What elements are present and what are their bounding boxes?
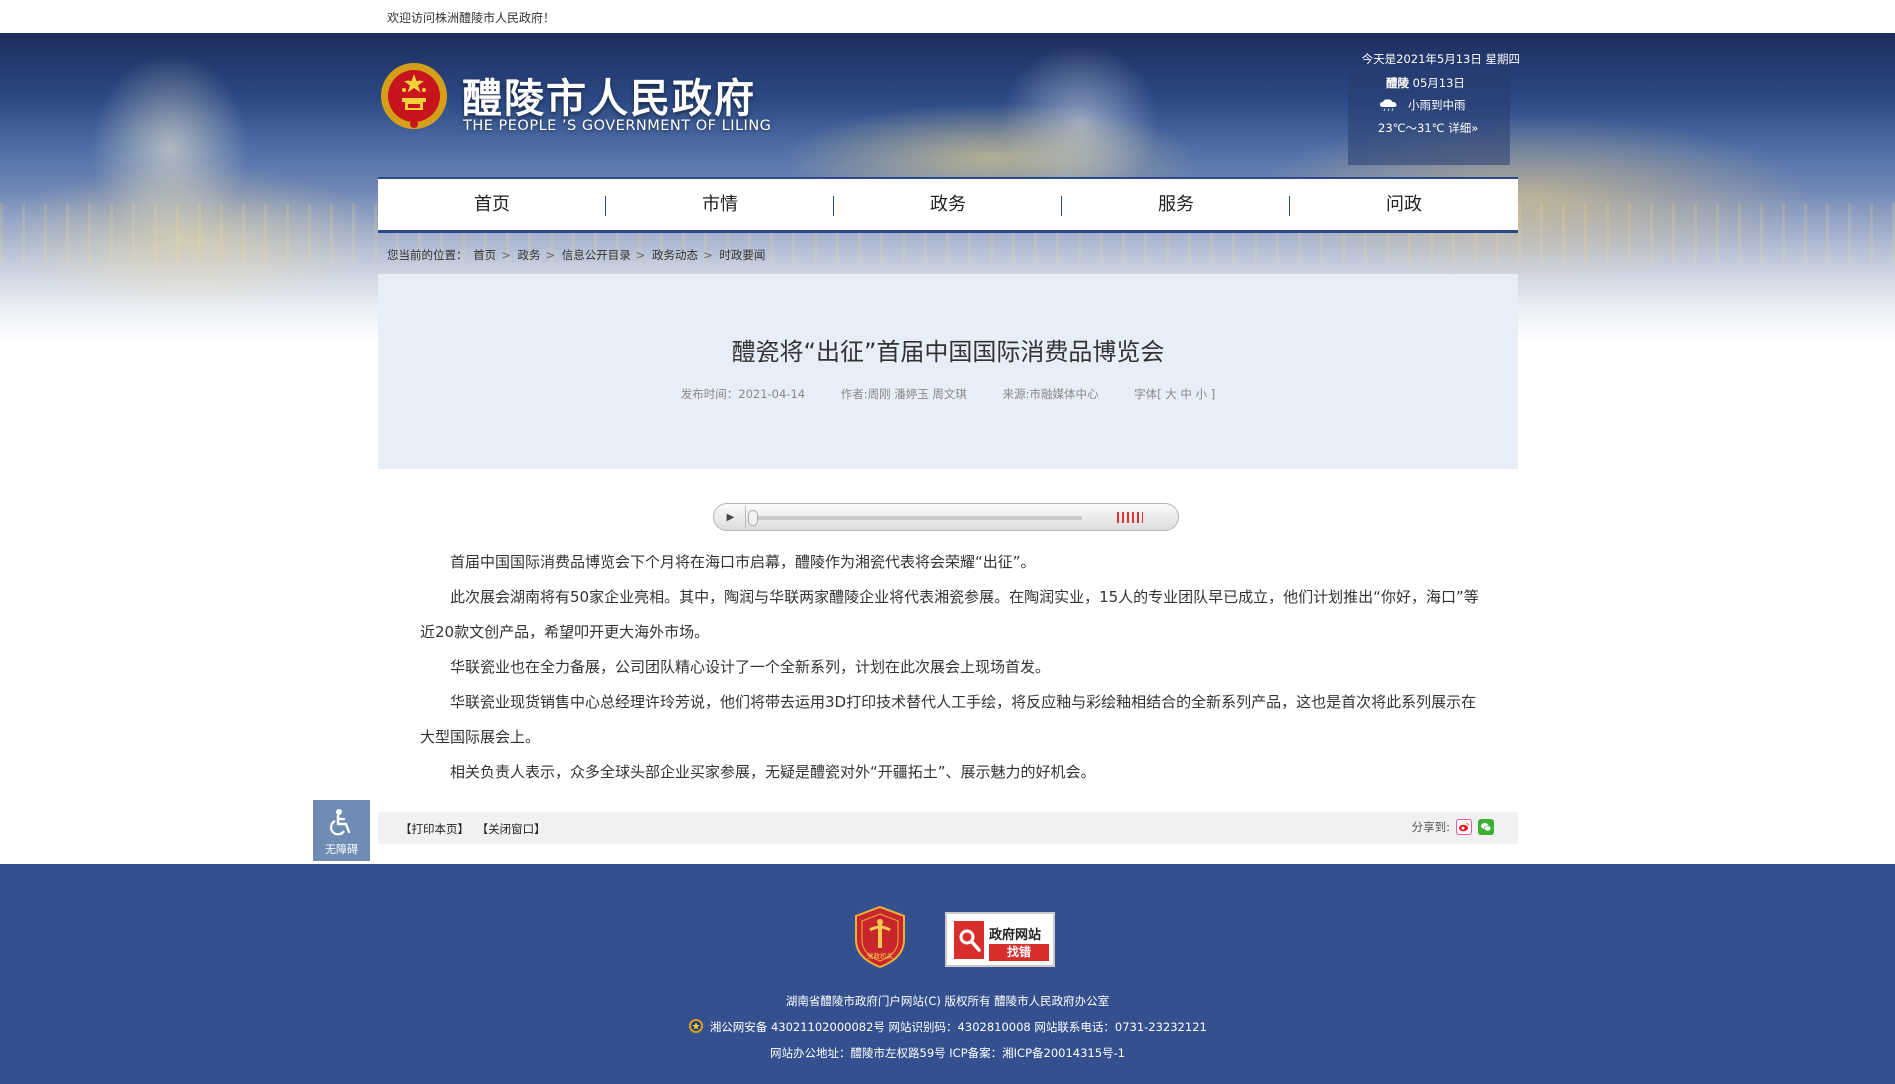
weather-temp-row: 23℃～31℃ 详细»	[1378, 120, 1478, 136]
article-paragraph: 首届中国国际消费品博览会下个月将在海口市启幕，醴陵作为湘瓷代表将会荣耀“出征”。	[450, 553, 1036, 571]
rain-cloud-icon	[1380, 99, 1397, 112]
play-button[interactable]: ▶	[716, 506, 746, 528]
article-author: 作者:周刚 潘婷玉 周文琪	[840, 387, 967, 401]
current-date: 今天是2021年5月13日 星期四	[1361, 52, 1520, 66]
wheelchair-icon	[329, 809, 350, 836]
national-emblem-icon[interactable]	[378, 60, 450, 136]
nav-item-services[interactable]: 服务	[1062, 179, 1290, 230]
breadcrumb-item-affairs[interactable]: 政务	[517, 248, 540, 262]
breadcrumb-separator: >	[545, 248, 556, 262]
magnifier-icon	[954, 921, 984, 959]
article-title: 醴瓷将“出征”首届中国国际消费品博览会	[731, 338, 1165, 366]
audio-player: ▶	[713, 503, 1179, 531]
article-meta: 发布时间：2021-04-14 作者:周刚 潘婷玉 周文琪 来源:市融媒体中心 …	[378, 386, 1518, 402]
breadcrumb-prefix: 您当前的位置：	[387, 248, 468, 262]
breadcrumb-separator: >	[703, 248, 713, 262]
breadcrumb-separator: >	[501, 248, 511, 262]
welcome-text: 欢迎访问株洲醴陵市人民政府！	[387, 11, 556, 25]
report-error-title: 政府网站	[989, 928, 1042, 943]
top-bar: 欢迎访问株洲醴陵市人民政府！	[0, 0, 1895, 33]
breadcrumb-item-home[interactable]: 首页	[473, 248, 496, 262]
weather-day: 05月13日	[1412, 76, 1465, 90]
site-subtitle: THE PEOPLE ’S GOVERNMENT OF LILING	[463, 118, 772, 134]
weather-city-day: 醴陵 05月13日	[1386, 75, 1465, 91]
audio-progress-track[interactable]	[752, 516, 1082, 520]
print-page-link[interactable]: 【打印本页】	[400, 822, 469, 836]
article-paragraph: 华联瓷业现货销售中心总经理许玲芳说，他们将带去运用3D打印技术替代人工手绘，将反…	[420, 693, 1477, 746]
party-badge-label: 党政机关	[867, 951, 894, 960]
nav-item-inquiry[interactable]: 问政	[1290, 179, 1518, 230]
party-government-badge-icon[interactable]: 党政机关	[854, 906, 906, 968]
copyright-line: 湖南省醴陵市政府门户网站(C) 版权所有 醴陵市人民政府办公室	[785, 994, 1110, 1008]
play-icon: ▶	[726, 511, 735, 523]
site-title[interactable]: 醴陵市人民政府	[462, 66, 756, 124]
record-line: 湘公网安备 43021102000082号 网站识别码：4302810008 网…	[709, 1020, 1207, 1034]
article-body: 首届中国国际消费品博览会下个月将在海口市启幕，醴陵作为湘瓷代表将会荣耀“出征”。…	[420, 545, 1480, 790]
breadcrumb: 您当前的位置： 首页 > 政务 > 信息公开目录 > 政务动态 > 时政要闻	[387, 247, 767, 263]
weather-city: 醴陵	[1386, 76, 1409, 90]
audio-progress-handle[interactable]	[748, 510, 758, 526]
main-nav: 首页 市情 政务 服务 问政	[378, 177, 1518, 233]
font-size-control[interactable]: 字体[ 大 中 小 ]	[1134, 387, 1215, 401]
nav-item-home[interactable]: 首页	[378, 179, 606, 230]
accessibility-button[interactable]: 无障碍	[313, 800, 370, 861]
article-header: 醴瓷将“出征”首届中国国际消费品博览会 发布时间：2021-04-14 作者:周…	[378, 274, 1518, 469]
report-error-badge[interactable]: 政府网站 找错	[945, 912, 1055, 967]
nav-item-government-affairs[interactable]: 政务	[834, 179, 1062, 230]
article-tools-bar: 【打印本页】 【关闭窗口】 分享到:	[378, 812, 1518, 844]
weibo-icon[interactable]	[1456, 819, 1472, 835]
footer-info: 湖南省醴陵市政府门户网站(C) 版权所有 醴陵市人民政府办公室 湘公网安备 43…	[0, 988, 1895, 1066]
footer: 党政机关 政府网站 找错 湖南省醴陵市政府门户网站(C) 版权所有 醴陵市人民政…	[0, 864, 1895, 1084]
article-source: 来源:市融媒体中心	[1002, 387, 1099, 401]
wechat-icon[interactable]	[1478, 819, 1494, 835]
article-paragraph: 华联瓷业也在全力备展，公司团队精心设计了一个全新系列，计划在此次展会上现场首发。	[450, 658, 1051, 676]
record-line-wrapper: 湘公网安备 43021102000082号 网站识别码：4302810008 网…	[0, 1014, 1895, 1040]
close-window-link[interactable]: 【关闭窗口】	[477, 822, 546, 836]
publish-time: 发布时间：2021-04-14	[680, 387, 806, 401]
weather-detail-link[interactable]: 详细»	[1448, 121, 1478, 135]
weather-condition: 小雨到中雨	[1408, 98, 1466, 112]
police-emblem-icon	[689, 1019, 704, 1033]
share-label: 分享到:	[1411, 820, 1450, 834]
weather-temp: 23℃～31℃	[1378, 121, 1445, 135]
accessibility-label: 无障碍	[325, 843, 358, 856]
breadcrumb-item-info-catalog[interactable]: 信息公开目录	[562, 248, 631, 262]
address-line: 网站办公地址：醴陵市左权路59号 ICP备案：湘ICP备20014315号-1	[770, 1046, 1125, 1060]
breadcrumb-item-current-news[interactable]: 时政要闻	[719, 248, 765, 262]
volume-control[interactable]	[1117, 512, 1143, 523]
weather-widget: 醴陵 05月13日 小雨到中雨 23℃～31℃ 详细»	[1348, 73, 1510, 165]
breadcrumb-item-affairs-news[interactable]: 政务动态	[652, 248, 698, 262]
breadcrumb-separator: >	[635, 248, 646, 262]
report-error-action: 找错	[989, 944, 1049, 961]
nav-item-city-info[interactable]: 市情	[606, 179, 834, 230]
article-paragraph: 相关负责人表示，众多全球头部企业买家参展，无疑是醴瓷对外“开疆拓土”、展示魅力的…	[450, 763, 1096, 781]
weather-condition-row: 小雨到中雨	[1378, 97, 1466, 113]
article-paragraph: 此次展会湖南将有50家企业亮相。其中，陶润与华联两家醴陵企业将代表湘瓷参展。在陶…	[420, 588, 1479, 641]
